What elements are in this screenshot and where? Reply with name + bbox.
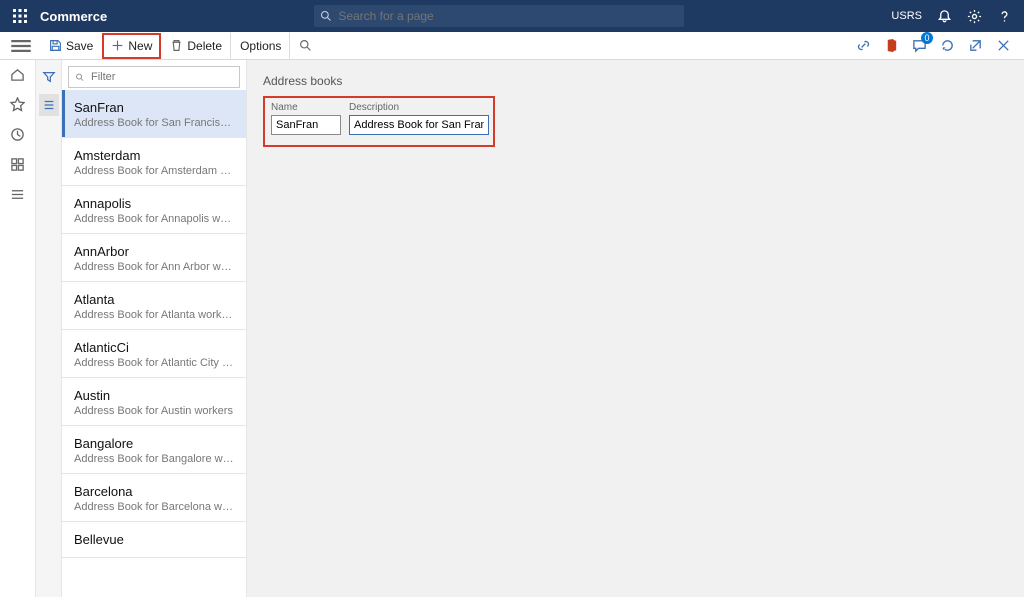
list-item-name: Barcelona [74, 484, 234, 499]
list-view-icon[interactable] [39, 94, 59, 116]
list-item[interactable]: Austin Address Book for Austin workers [62, 378, 246, 426]
delete-button[interactable]: Delete [161, 32, 231, 59]
new-button[interactable]: New [102, 33, 161, 59]
list-item-name: Annapolis [74, 196, 234, 211]
list-item-desc: Address Book for Atlantic City workers [74, 357, 234, 369]
list-item-name: Bellevue [74, 532, 234, 547]
global-search[interactable] [314, 5, 684, 27]
list-item-desc: Address Book for Barcelona workers [74, 501, 234, 513]
workspaces-icon[interactable] [10, 156, 26, 172]
recents-clock-icon[interactable] [10, 126, 26, 142]
app-launcher-icon[interactable] [6, 2, 34, 30]
link-icon[interactable] [852, 35, 874, 57]
collapse-nav-icon[interactable] [8, 33, 34, 59]
list-filter-input[interactable] [91, 71, 233, 83]
home-icon[interactable] [10, 66, 26, 82]
list-item-desc: Address Book for Ann Arbor workers [74, 261, 234, 273]
list-item-desc: Address Book for Atlanta workers [74, 309, 234, 321]
list-item-name: Amsterdam [74, 148, 234, 163]
detail-form: Name Description [263, 96, 495, 147]
list-item-name: Austin [74, 388, 234, 403]
list-item-desc: Address Book for Bangalore workers [74, 453, 234, 465]
list-item[interactable]: Amsterdam Address Book for Amsterdam work… [62, 138, 246, 186]
action-search-button[interactable] [290, 32, 321, 59]
list-item-name: SanFran [74, 100, 234, 115]
list-item[interactable]: AnnArbor Address Book for Ann Arbor worke… [62, 234, 246, 282]
app-title: Commerce [40, 9, 107, 24]
new-label: New [128, 39, 152, 53]
list-item[interactable]: Barcelona Address Book for Barcelona work… [62, 474, 246, 522]
list-item[interactable]: Bangalore Address Book for Bangalore work… [62, 426, 246, 474]
input-description[interactable] [349, 115, 489, 135]
messages-icon[interactable]: 0 [908, 35, 930, 57]
search-icon [320, 10, 332, 22]
filter-funnel-icon[interactable] [39, 66, 59, 88]
delete-label: Delete [187, 39, 222, 53]
list-item[interactable]: AtlanticCi Address Book for Atlantic City… [62, 330, 246, 378]
options-label: Options [240, 39, 281, 53]
list-item-name: Atlanta [74, 292, 234, 307]
help-icon[interactable] [992, 3, 1018, 29]
list-item[interactable]: Bellevue [62, 522, 246, 558]
notification-bell-icon[interactable] [932, 3, 958, 29]
settings-gear-icon[interactable] [962, 3, 988, 29]
filter-search-icon [75, 72, 85, 83]
list-item-name: AtlanticCi [74, 340, 234, 355]
label-name: Name [271, 102, 341, 113]
modules-icon[interactable] [10, 186, 26, 202]
list-item-desc: Address Book for Amsterdam workers [74, 165, 234, 177]
list-item[interactable]: Annapolis Address Book for Annapolis work… [62, 186, 246, 234]
office-icon[interactable] [880, 35, 902, 57]
list-item[interactable]: Atlanta Address Book for Atlanta workers [62, 282, 246, 330]
popout-icon[interactable] [964, 35, 986, 57]
list-item-desc: Address Book for San Francisco store wor… [74, 117, 234, 129]
save-label: Save [66, 39, 93, 53]
label-description: Description [349, 102, 489, 113]
list-item-name: AnnArbor [74, 244, 234, 259]
page-title: Address books [263, 74, 1008, 88]
list-filter[interactable] [68, 66, 240, 88]
global-search-input[interactable] [338, 9, 678, 23]
user-label[interactable]: USRS [891, 10, 922, 22]
refresh-icon[interactable] [936, 35, 958, 57]
close-icon[interactable] [992, 35, 1014, 57]
list-item[interactable]: SanFran Address Book for San Francisco st… [62, 90, 246, 138]
save-button[interactable]: Save [40, 32, 102, 59]
input-name[interactable] [271, 115, 341, 135]
options-button[interactable]: Options [231, 32, 290, 59]
list-item-desc: Address Book for Austin workers [74, 405, 234, 417]
list-item-desc: Address Book for Annapolis workers [74, 213, 234, 225]
list-item-name: Bangalore [74, 436, 234, 451]
favorites-star-icon[interactable] [10, 96, 26, 112]
messages-badge: 0 [921, 32, 933, 44]
